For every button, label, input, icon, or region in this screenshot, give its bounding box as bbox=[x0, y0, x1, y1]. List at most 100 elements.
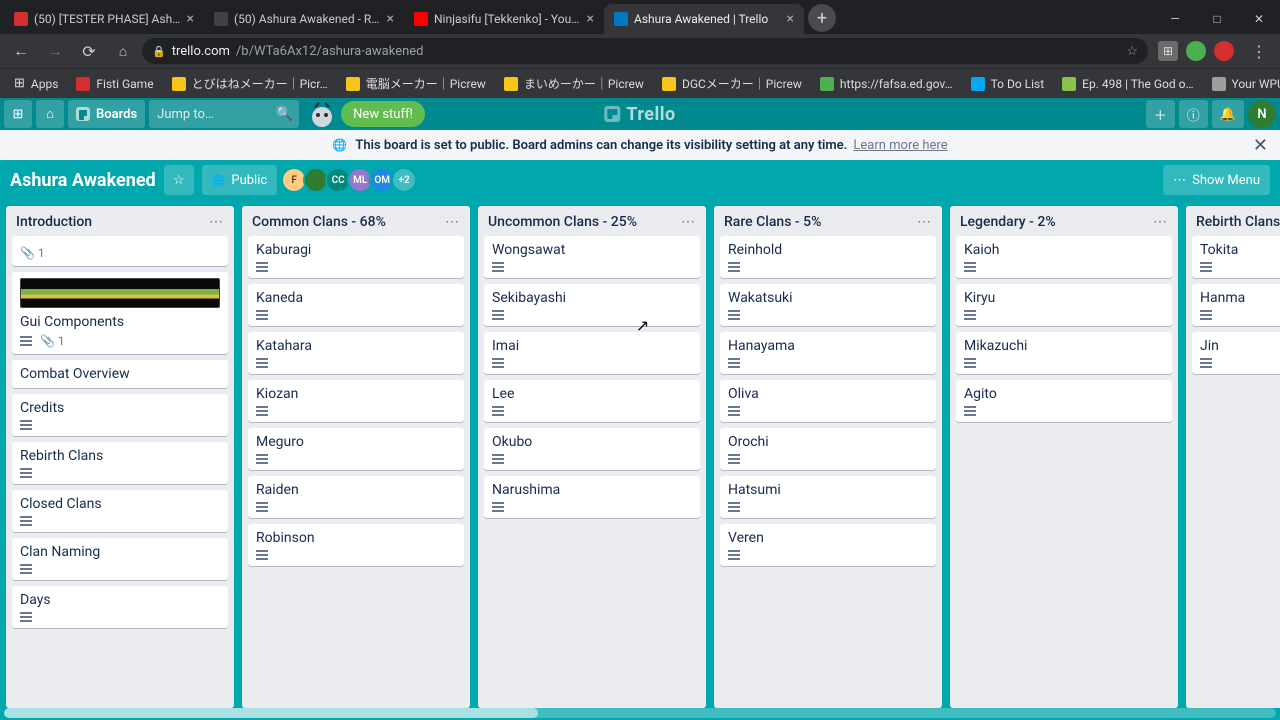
notifications-button[interactable]: 🔔 bbox=[1212, 100, 1244, 128]
apps-shortcut[interactable]: ⊞Apps bbox=[6, 72, 66, 96]
browser-tab[interactable]: Ashura Awakened | Trello × bbox=[604, 4, 804, 34]
horizontal-scroll-thumb[interactable] bbox=[4, 708, 538, 718]
card[interactable]: Closed Clans bbox=[12, 490, 228, 532]
show-menu-button[interactable]: ⋯ Show Menu bbox=[1163, 165, 1270, 195]
card[interactable]: Kiryu bbox=[956, 284, 1172, 326]
card[interactable]: Credits bbox=[12, 394, 228, 436]
card[interactable]: Lee bbox=[484, 380, 700, 422]
card[interactable]: Narushima bbox=[484, 476, 700, 518]
card[interactable]: Veren bbox=[720, 524, 936, 566]
trello-logo[interactable]: Trello bbox=[604, 104, 675, 125]
banner-close-icon[interactable]: ✕ bbox=[1253, 135, 1268, 156]
boards-button[interactable]: Boards bbox=[68, 100, 145, 128]
bookmark-item[interactable]: Fisti Game bbox=[68, 72, 161, 96]
card[interactable]: Wongsawat bbox=[484, 236, 700, 278]
list-menu-icon[interactable]: ⋯ bbox=[445, 214, 460, 230]
home-button[interactable]: ⌂ bbox=[108, 36, 138, 66]
card[interactable]: Days bbox=[12, 586, 228, 628]
card[interactable]: Tokita bbox=[1192, 236, 1280, 278]
tab-close-icon[interactable]: × bbox=[587, 12, 594, 26]
board-canvas[interactable]: Introduction ⋯ 📎 1 Gui Components📎 1 Combat… bbox=[6, 206, 1280, 708]
browser-tab[interactable]: Ninjasifu [Tekkenko] - YouTube × bbox=[404, 4, 604, 34]
card[interactable]: Kaioh bbox=[956, 236, 1172, 278]
bookmark-item[interactable]: まいめーかー｜Picrew bbox=[496, 72, 652, 96]
tab-close-icon[interactable]: × bbox=[387, 12, 394, 26]
card[interactable]: Meguro bbox=[248, 428, 464, 470]
bookmark-item[interactable]: DGCメーカー｜Picrew bbox=[654, 72, 810, 96]
bookmark-item[interactable]: Ep. 498 | The God o… bbox=[1054, 72, 1201, 96]
card[interactable]: Imai bbox=[484, 332, 700, 374]
card[interactable]: Orochi bbox=[720, 428, 936, 470]
board-title[interactable]: Ashura Awakened bbox=[10, 170, 156, 191]
new-stuff-pill[interactable]: New stuff! bbox=[341, 101, 425, 127]
bookmark-star-icon[interactable]: ☆ bbox=[1126, 44, 1138, 59]
window-close-button[interactable]: ✕ bbox=[1238, 4, 1280, 34]
list-title[interactable]: Uncommon Clans - 25% bbox=[488, 214, 637, 230]
description-icon bbox=[492, 454, 504, 464]
list-menu-icon[interactable]: ⋯ bbox=[209, 214, 224, 230]
card[interactable]: Robinson bbox=[248, 524, 464, 566]
address-bar[interactable]: 🔒 trello.com/b/WTa6Ax12/ashura-awakened … bbox=[142, 38, 1148, 64]
extension-3-icon[interactable] bbox=[1214, 41, 1234, 61]
card[interactable]: Mikazuchi bbox=[956, 332, 1172, 374]
card[interactable]: Oliva bbox=[720, 380, 936, 422]
list-menu-icon[interactable]: ⋯ bbox=[917, 214, 932, 230]
extensions-icon[interactable]: ⊞ bbox=[1158, 41, 1178, 61]
card[interactable]: Sekibayashi bbox=[484, 284, 700, 326]
list-title[interactable]: Legendary - 2% bbox=[960, 214, 1056, 230]
list-title[interactable]: Introduction bbox=[16, 214, 92, 230]
window-maximize-button[interactable]: □ bbox=[1196, 4, 1238, 34]
tab-close-icon[interactable]: × bbox=[187, 12, 194, 26]
star-board-button[interactable]: ☆ bbox=[164, 165, 194, 195]
reload-button[interactable]: ⟳ bbox=[74, 36, 104, 66]
create-button[interactable]: ＋ bbox=[1146, 100, 1175, 128]
apps-menu-icon[interactable]: ⊞ bbox=[4, 100, 32, 128]
bookmark-item[interactable]: To Do List bbox=[963, 72, 1053, 96]
card[interactable]: Agito bbox=[956, 380, 1172, 422]
list-title[interactable]: Rare Clans - 5% bbox=[724, 214, 821, 230]
card[interactable]: Hanayama bbox=[720, 332, 936, 374]
card[interactable]: Hatsumi bbox=[720, 476, 936, 518]
bookmark-item[interactable]: https://fafsa.ed.gov… bbox=[812, 72, 961, 96]
bookmark-item[interactable]: 電脳メーカー｜Picrew bbox=[338, 72, 494, 96]
card[interactable]: Reinhold bbox=[720, 236, 936, 278]
search-box[interactable]: 🔍 bbox=[149, 100, 299, 128]
browser-tab[interactable]: (50) [TESTER PHASE] Ashura Aw… × bbox=[4, 4, 204, 34]
window-minimize-button[interactable]: — bbox=[1154, 4, 1196, 34]
card[interactable]: Clan Naming bbox=[12, 538, 228, 580]
list-menu-icon[interactable]: ⋯ bbox=[681, 214, 696, 230]
chrome-menu-icon[interactable]: ⋮ bbox=[1244, 36, 1274, 66]
bookmark-item[interactable]: Your WPUNJ E-Acc… bbox=[1204, 72, 1280, 96]
card[interactable]: Kaneda bbox=[248, 284, 464, 326]
tab-close-icon[interactable]: × bbox=[787, 12, 794, 26]
list-title[interactable]: Rebirth Clans - GP bbox=[1196, 214, 1280, 230]
card[interactable]: Raiden bbox=[248, 476, 464, 518]
browser-tab[interactable]: (50) Ashura Awakened - Roblox × bbox=[204, 4, 404, 34]
home-icon[interactable]: ⌂ bbox=[36, 100, 64, 128]
card[interactable]: 📎 1 bbox=[12, 236, 228, 266]
card[interactable]: Combat Overview bbox=[12, 360, 228, 388]
card[interactable]: Wakatsuki bbox=[720, 284, 936, 326]
card[interactable]: Kaburagi bbox=[248, 236, 464, 278]
extra-members-badge[interactable]: +2 bbox=[391, 167, 417, 193]
card[interactable]: Rebirth Clans bbox=[12, 442, 228, 484]
new-tab-button[interactable]: + bbox=[808, 4, 836, 32]
card[interactable]: Gui Components📎 1 bbox=[12, 272, 228, 354]
card[interactable]: Jin bbox=[1192, 332, 1280, 374]
back-button[interactable]: ← bbox=[6, 36, 36, 66]
banner-learn-more-link[interactable]: Learn more here bbox=[853, 138, 947, 153]
card[interactable]: Katahara bbox=[248, 332, 464, 374]
forward-button[interactable]: → bbox=[40, 36, 70, 66]
card[interactable]: Hanma bbox=[1192, 284, 1280, 326]
bookmark-item[interactable]: とびはねメーカー｜Picr… bbox=[164, 72, 336, 96]
horizontal-scrollbar[interactable] bbox=[4, 708, 1276, 718]
card[interactable]: Kiozan bbox=[248, 380, 464, 422]
list-menu-icon[interactable]: ⋯ bbox=[1153, 214, 1168, 230]
extension-2-icon[interactable] bbox=[1186, 41, 1206, 61]
user-avatar[interactable]: N bbox=[1248, 100, 1276, 128]
card[interactable]: Okubo bbox=[484, 428, 700, 470]
info-button[interactable]: ⓘ bbox=[1179, 100, 1208, 128]
list-title[interactable]: Common Clans - 68% bbox=[252, 214, 386, 230]
visibility-button[interactable]: 🌐 Public bbox=[202, 165, 278, 195]
taco-mascot-icon[interactable] bbox=[307, 99, 337, 129]
